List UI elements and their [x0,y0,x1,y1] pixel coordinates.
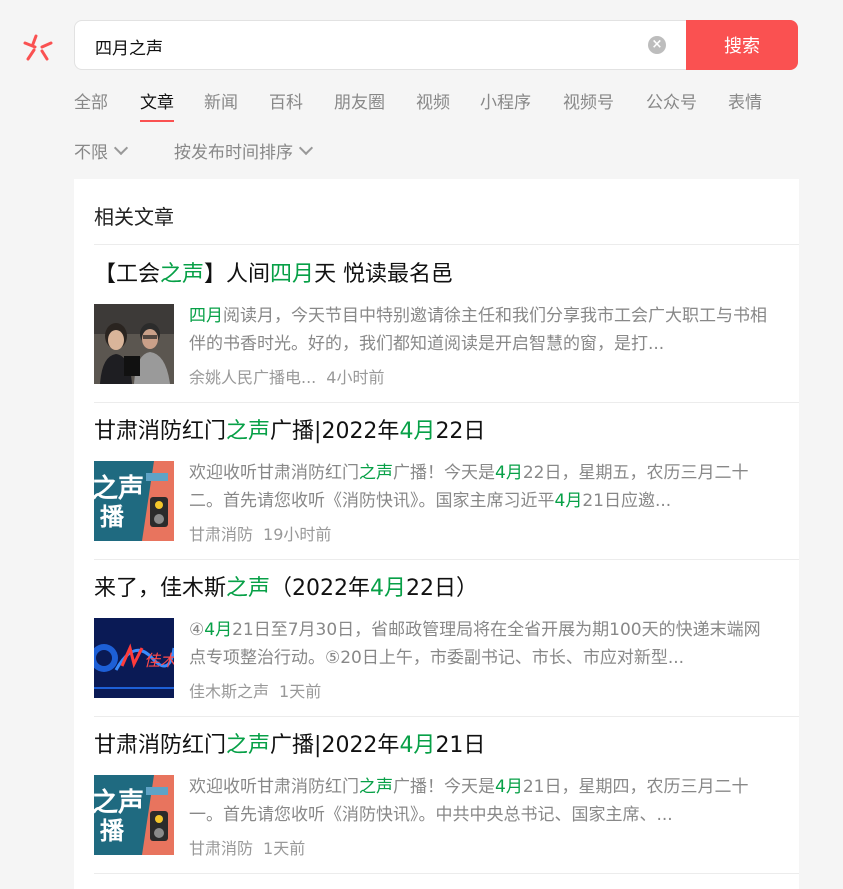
summary-highlight: 4月 [495,777,523,797]
title-text: 甘肃消防红门 [94,733,227,758]
article-time: 19小时前 [263,525,332,544]
divider [94,873,799,874]
tab-all[interactable]: 全部 [74,88,108,113]
title-text: 来了，佳木斯 [94,576,227,601]
summary-text: ④ [189,620,205,640]
summary-text: 欢迎收听甘肃消防红门 [189,777,359,797]
tab-articles[interactable]: 文章 [140,88,174,122]
tab-encyclopedia[interactable]: 百科 [269,88,303,113]
title-highlight: 之声 [226,733,271,758]
thumb-text-zhisheng: 之声 [94,473,144,503]
article-source[interactable]: 甘肃消防 [189,525,253,544]
article-item[interactable]: 来了，佳木斯之声（2022年4月22日） 佳木 ④4月21日至7月30日，省邮政… [94,560,799,717]
article-time: 1天前 [263,839,306,858]
article-item[interactable]: 【工会之声】人间四月天 悦读最名邑 四月阅读月，今天节目中特别邀请徐主任和我们分… [94,246,799,403]
article-title[interactable]: 【工会之声】人间四月天 悦读最名邑 [94,256,453,288]
results-panel: 相关文章 【工会之声】人间四月天 悦读最名邑 四月阅读月，今天节目中特别邀请徐主… [74,179,799,889]
summary-highlight: 4月 [204,620,233,640]
search-button[interactable]: 搜索 [686,20,798,70]
title-text: 天 悦读最名邑 [314,262,454,287]
search-input[interactable]: 四月之声 [95,34,163,59]
title-text: 广播|2022年 [270,419,400,444]
title-highlight: 4月 [399,419,436,444]
article-summary: ④4月21日至7月30日，省邮政管理局将在全省开展为期100天的快递末端网点专项… [189,616,777,672]
thumb-script-logo: 佳木 [144,652,174,670]
article-meta: 佳木斯之声 1天前 [189,678,321,702]
summary-text: 阅读月，今天节目中特别邀请徐主任和我们分享我市工会广大职工与书相伴的书香时光。好… [189,306,767,354]
summary-highlight: 四月 [189,306,223,326]
article-source[interactable]: 甘肃消防 [189,839,253,858]
tab-moments[interactable]: 朋友圈 [334,88,385,113]
summary-text: 21日应邀... [582,491,672,511]
title-text: 22日 [435,419,486,444]
title-highlight: 4月 [370,576,407,601]
sort-filter-dropdown[interactable]: 按发布时间排序 [174,138,314,163]
clear-icon[interactable]: × [648,36,666,54]
tab-mini-programs[interactable]: 小程序 [480,88,531,113]
summary-highlight: 4月 [554,491,583,511]
summary-highlight: 之声 [359,777,393,797]
article-title[interactable]: 甘肃消防红门之声广播|2022年4月22日 [94,413,485,445]
article-summary: 四月阅读月，今天节目中特别邀请徐主任和我们分享我市工会广大职工与书相伴的书香时光… [189,302,777,358]
divider [94,244,799,245]
tab-news[interactable]: 新闻 [204,88,238,113]
title-text: 22日） [406,576,479,601]
thumb-text-zhisheng: 之声 [94,787,144,817]
title-text: 21日 [435,733,486,758]
title-text: 】人间 [204,262,271,287]
article-summary: 欢迎收听甘肃消防红门之声广播！今天是4月22日，星期五，农历三月二十二。首先请您… [189,459,777,515]
article-item[interactable]: 甘肃消防红门之声广播|2022年4月21日 之声 播 欢迎收听甘肃消防红门之声广… [94,717,799,874]
thumb-text-guangbo: 播 [100,504,125,531]
article-thumbnail[interactable]: 佳木 [94,618,174,698]
article-title[interactable]: 来了，佳木斯之声（2022年4月22日） [94,570,478,602]
tab-official-accounts[interactable]: 公众号 [646,88,697,113]
title-highlight: 四月 [270,262,315,287]
thumb-text-guangbo: 播 [100,818,125,845]
sort-filter-label: 按发布时间排序 [174,143,293,163]
time-filter-dropdown[interactable]: 不限 [74,138,129,163]
article-thumbnail[interactable]: 之声 播 [94,775,174,855]
article-source[interactable]: 佳木斯之声 [189,682,269,701]
search-box: 四月之声 × 搜索 [74,20,798,70]
summary-text: 广播！今天是 [393,777,495,797]
article-time: 4小时前 [326,368,385,387]
article-meta: 甘肃消防 19小时前 [189,521,331,545]
article-summary: 欢迎收听甘肃消防红门之声广播！今天是4月21日，星期四，农历三月二十一。首先请您… [189,773,777,829]
time-filter-label: 不限 [74,143,108,163]
title-text: 广播|2022年 [270,733,400,758]
summary-highlight: 之声 [359,463,393,483]
tab-videos[interactable]: 视频 [416,88,450,113]
article-title[interactable]: 甘肃消防红门之声广播|2022年4月21日 [94,727,485,759]
article-time: 1天前 [279,682,322,701]
chevron-down-icon [298,140,314,155]
article-thumbnail[interactable]: 之声 播 [94,461,174,541]
tab-channels[interactable]: 视频号 [563,88,614,113]
title-text: 【工会 [94,262,161,287]
title-text: 甘肃消防红门 [94,419,227,444]
summary-highlight: 4月 [495,463,523,483]
section-title: 相关文章 [94,205,174,229]
title-highlight: 之声 [226,419,271,444]
article-source[interactable]: 余姚人民广播电... [189,368,316,387]
summary-text: 广播！今天是 [393,463,495,483]
chevron-down-icon [113,140,129,155]
tab-stickers[interactable]: 表情 [728,88,762,113]
article-meta: 甘肃消防 1天前 [189,835,305,859]
title-highlight: 之声 [160,262,205,287]
article-item[interactable]: 甘肃消防红门之声广播|2022年4月22日 之声 播 欢迎收听甘肃消防红门之声广… [94,403,799,560]
search-logo-icon [23,34,53,61]
summary-text: 欢迎收听甘肃消防红门 [189,463,359,483]
title-highlight: 4月 [399,733,436,758]
title-highlight: 之声 [226,576,271,601]
summary-text: 21日至7月30日，省邮政管理局将在全省开展为期100天的快递末端网点专项整治行… [189,620,761,668]
article-meta: 余姚人民广播电... 4小时前 [189,364,384,388]
article-thumbnail[interactable] [94,304,174,384]
title-text: （2022年 [270,576,371,601]
